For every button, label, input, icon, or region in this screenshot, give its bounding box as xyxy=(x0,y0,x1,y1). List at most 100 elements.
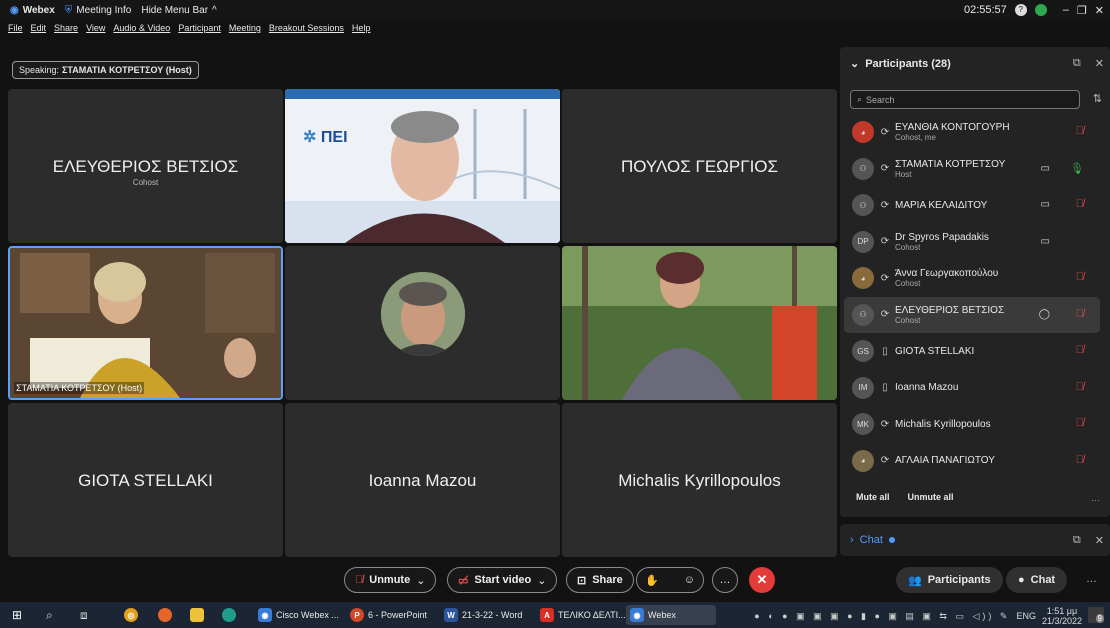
reactions-group: ✋ ☺ xyxy=(636,567,704,593)
connection-status-icon[interactable] xyxy=(1034,4,1047,16)
mic-muted-icon[interactable]: 🎙̸ xyxy=(1076,125,1084,137)
firefox-icon[interactable] xyxy=(158,608,172,622)
mic-muted-icon[interactable]: 🎙̸ xyxy=(1076,271,1084,283)
video-tile-1[interactable]: ΕΛΕΥΘΕΡΙΟΣ ΒΕΤΣΙΟΣ Cohost xyxy=(8,89,283,243)
mic-muted-icon[interactable]: 🎙̸ xyxy=(1076,198,1084,210)
participant-name: ΜΑΡΙΑ ΚΕΛΑΙΔΙΤΟΥ xyxy=(895,199,988,211)
participants-header[interactable]: ⌄ Participants (28) xyxy=(850,57,951,71)
more-actions-icon[interactable]: … xyxy=(1086,573,1097,585)
more-options-icon[interactable]: … xyxy=(1091,493,1100,503)
video-tile-8[interactable]: Ioanna Mazou xyxy=(285,403,560,557)
raise-hand-icon[interactable]: ✋ xyxy=(645,574,659,587)
sort-icon[interactable]: ⇅ xyxy=(1093,92,1102,105)
menu-meeting[interactable]: Meeting xyxy=(229,23,261,33)
windows-taskbar: ⊞ ⌕ ⧈ ◎ ◉ Cisco Webex ... P 6 - PowerPoi… xyxy=(0,602,1110,628)
notification-icon[interactable]: 9 xyxy=(1088,607,1104,623)
participant-row[interactable]: ⚇ ⟳ ΣΤΑΜΑΤΙΑ ΚΟΤΡΕΤΣΟΥ Host ▭ 🎙 xyxy=(844,151,1100,188)
taskbar-app-pdf[interactable]: A ΤΕΛΙΚΟ ΔΕΛΤΙ... xyxy=(536,605,630,625)
mic-muted-icon[interactable]: 🎙̸ xyxy=(1076,344,1084,356)
video-tile-9[interactable]: Michalis Kyrillopoulos xyxy=(562,403,837,557)
mic-muted-icon[interactable]: 🎙̸ xyxy=(1076,417,1084,429)
chat-toggle-button[interactable]: ● Chat xyxy=(1006,567,1068,593)
menu-participant[interactable]: Participant xyxy=(178,23,221,33)
mute-all-button[interactable]: Mute all xyxy=(856,492,890,502)
menu-view[interactable]: View xyxy=(86,23,105,33)
participant-row[interactable]: ⚇ ⟳ ΕΛΕΥΘΕΡΙΟΣ ΒΕΤΣΙΟΣ Cohost ◯ 🎙̸ xyxy=(844,296,1100,333)
windows-start-icon[interactable]: ⊞ xyxy=(12,608,22,622)
video-tile-4[interactable]: ΣΤΑΜΑΤΙΑ ΚΟΤΡΕΤΣΟΥ (Host) xyxy=(8,246,283,400)
pdf-icon: A xyxy=(540,608,554,622)
menu-file[interactable]: File xyxy=(8,23,23,33)
participant-row[interactable]: DP ⟳ Dr Spyros Papadakis Cohost ▭ xyxy=(844,224,1100,261)
mic-on-icon[interactable]: 🎙 xyxy=(1070,162,1084,175)
minimize-icon[interactable]: – xyxy=(1063,4,1069,16)
tray-app-icons[interactable]: ● ◐ ● ▣ ▣ ▣ ● ▮ ● ▣ ▤ ▣ ⇆ ▭ ◁)) ✎ xyxy=(754,611,1010,622)
webex-logo-icon: ◉ xyxy=(630,608,644,622)
avatar: ◕ xyxy=(852,449,874,472)
hide-menu-bar-button[interactable]: Hide Menu Bar ^ xyxy=(141,5,216,16)
participants-toggle-label: Participants xyxy=(927,574,991,586)
search-icon[interactable]: ⌕ xyxy=(46,608,53,623)
task-view-icon[interactable]: ⧈ xyxy=(80,608,88,623)
share-button[interactable]: ⊡ Share xyxy=(566,567,634,593)
meeting-info-button[interactable]: ⛨ Meeting Info xyxy=(65,5,132,16)
participant-row[interactable]: ◕ ⟳ Άννα Γεωργακοπούλου Cohost 🎙̸ xyxy=(844,260,1100,297)
video-tile-2[interactable]: ✲ ΠΕΙ xyxy=(285,89,560,243)
participant-info: Άννα Γεωργακοπούλου Cohost xyxy=(895,268,998,288)
unmute-all-button[interactable]: Unmute all xyxy=(908,492,954,502)
speaking-indicator: Speaking: ΣΤΑΜΑΤΙΑ ΚΟΤΡΕΤΣΟΥ (Host) xyxy=(12,61,199,79)
chat-panel[interactable]: › Chat ⧉ ✕ xyxy=(840,524,1110,556)
clock-area[interactable]: 1:51 μμ 21/3/2022 xyxy=(1042,606,1082,626)
camera-icon: ▭ xyxy=(1040,235,1050,247)
webex-logo-icon: ◉ xyxy=(10,4,19,16)
participants-toggle-button[interactable]: 👥 Participants xyxy=(896,567,1003,593)
chat-bubble-icon: ● xyxy=(1018,574,1025,586)
file-explorer-icon[interactable] xyxy=(190,608,204,622)
participant-row[interactable]: ◕ ⟳ ΕΥΑΝΘΙΑ ΚΟΝΤΟΓΟΥΡΗ Cohost, me 🎙̸ xyxy=(844,114,1100,151)
restore-icon[interactable]: ❐ xyxy=(1077,4,1087,17)
participant-search-input[interactable]: ⌕ Search xyxy=(850,90,1080,109)
participant-info: ΕΥΑΝΘΙΑ ΚΟΝΤΟΓΟΥΡΗ Cohost, me xyxy=(895,122,1010,142)
participant-row[interactable]: GS ▯ GIOTA STELLAKI 🎙̸ xyxy=(844,333,1100,370)
close-panel-icon[interactable]: ✕ xyxy=(1095,534,1104,547)
chrome-icon[interactable]: ◎ xyxy=(124,608,138,622)
start-video-button[interactable]: ▭̸ Start video ⌄ xyxy=(447,567,558,593)
taskbar-app-powerpoint[interactable]: P 6 - PowerPoint xyxy=(346,605,431,625)
chat-bubble-icon[interactable]: ◯ xyxy=(1039,309,1050,320)
participant-row[interactable]: ◕ ⟳ ΑΓΛΑΙΑ ΠΑΝΑΓΙΩΤΟΥ 🎙̸ xyxy=(844,443,1100,480)
help-icon[interactable]: ? xyxy=(1014,4,1027,16)
leave-meeting-button[interactable]: ✕ xyxy=(749,567,775,593)
participant-row[interactable]: ⚇ ⟳ ΜΑΡΙΑ ΚΕΛΑΙΔΙΤΟΥ ▭ 🎙̸ xyxy=(844,187,1100,224)
avatar: ⚇ xyxy=(852,194,874,217)
menu-audio-video[interactable]: Audio & Video xyxy=(113,23,170,33)
mic-muted-icon[interactable]: 🎙̸ xyxy=(1076,454,1084,466)
webex-app-menu[interactable]: ◉ Webex xyxy=(10,5,55,16)
video-tile-7[interactable]: GIOTA STELLAKI xyxy=(8,403,283,557)
reactions-icon[interactable]: ☺ xyxy=(684,574,695,586)
mic-muted-icon[interactable]: 🎙̸ xyxy=(1076,381,1084,393)
video-tile-6[interactable] xyxy=(562,246,837,400)
close-panel-icon[interactable]: ✕ xyxy=(1095,57,1104,70)
popout-icon[interactable]: ⧉ xyxy=(1073,534,1081,547)
video-tile-3[interactable]: ΠΟΥΛΟΣ ΓΕΩΡΓΙΟΣ xyxy=(562,89,837,243)
menu-breakout-sessions[interactable]: Breakout Sessions xyxy=(269,23,344,33)
meeting-info-label: Meeting Info xyxy=(76,4,132,16)
menu-edit[interactable]: Edit xyxy=(31,23,47,33)
more-options-icon[interactable]: … xyxy=(712,567,738,593)
taskbar-app-word[interactable]: W 21-3-22 - Word xyxy=(440,605,526,625)
unmute-button[interactable]: 🎙̸ Unmute ⌄ xyxy=(344,567,437,593)
participant-row[interactable]: MK ⟳ Michalis Kyrillopoulos 🎙̸ xyxy=(844,406,1100,443)
video-tile-5[interactable] xyxy=(285,246,560,400)
popout-icon[interactable]: ⧉ xyxy=(1073,57,1081,70)
mic-muted-icon[interactable]: 🎙̸ xyxy=(1076,308,1084,320)
language-indicator[interactable]: ENG xyxy=(1016,611,1036,621)
menu-help[interactable]: Help xyxy=(352,23,371,33)
edge-icon[interactable] xyxy=(222,608,236,622)
close-window-icon[interactable]: ✕ xyxy=(1095,4,1104,17)
video-feed-library xyxy=(10,248,281,398)
menu-share[interactable]: Share xyxy=(54,23,78,33)
participant-row[interactable]: IM ▯ Ioanna Mazou 🎙̸ xyxy=(844,370,1100,407)
taskbar-app-webex[interactable]: ◉ Webex xyxy=(626,605,716,625)
mic-muted-icon: 🎙̸ xyxy=(355,574,364,586)
taskbar-app-cisco-webex[interactable]: ◉ Cisco Webex ... xyxy=(254,605,343,625)
